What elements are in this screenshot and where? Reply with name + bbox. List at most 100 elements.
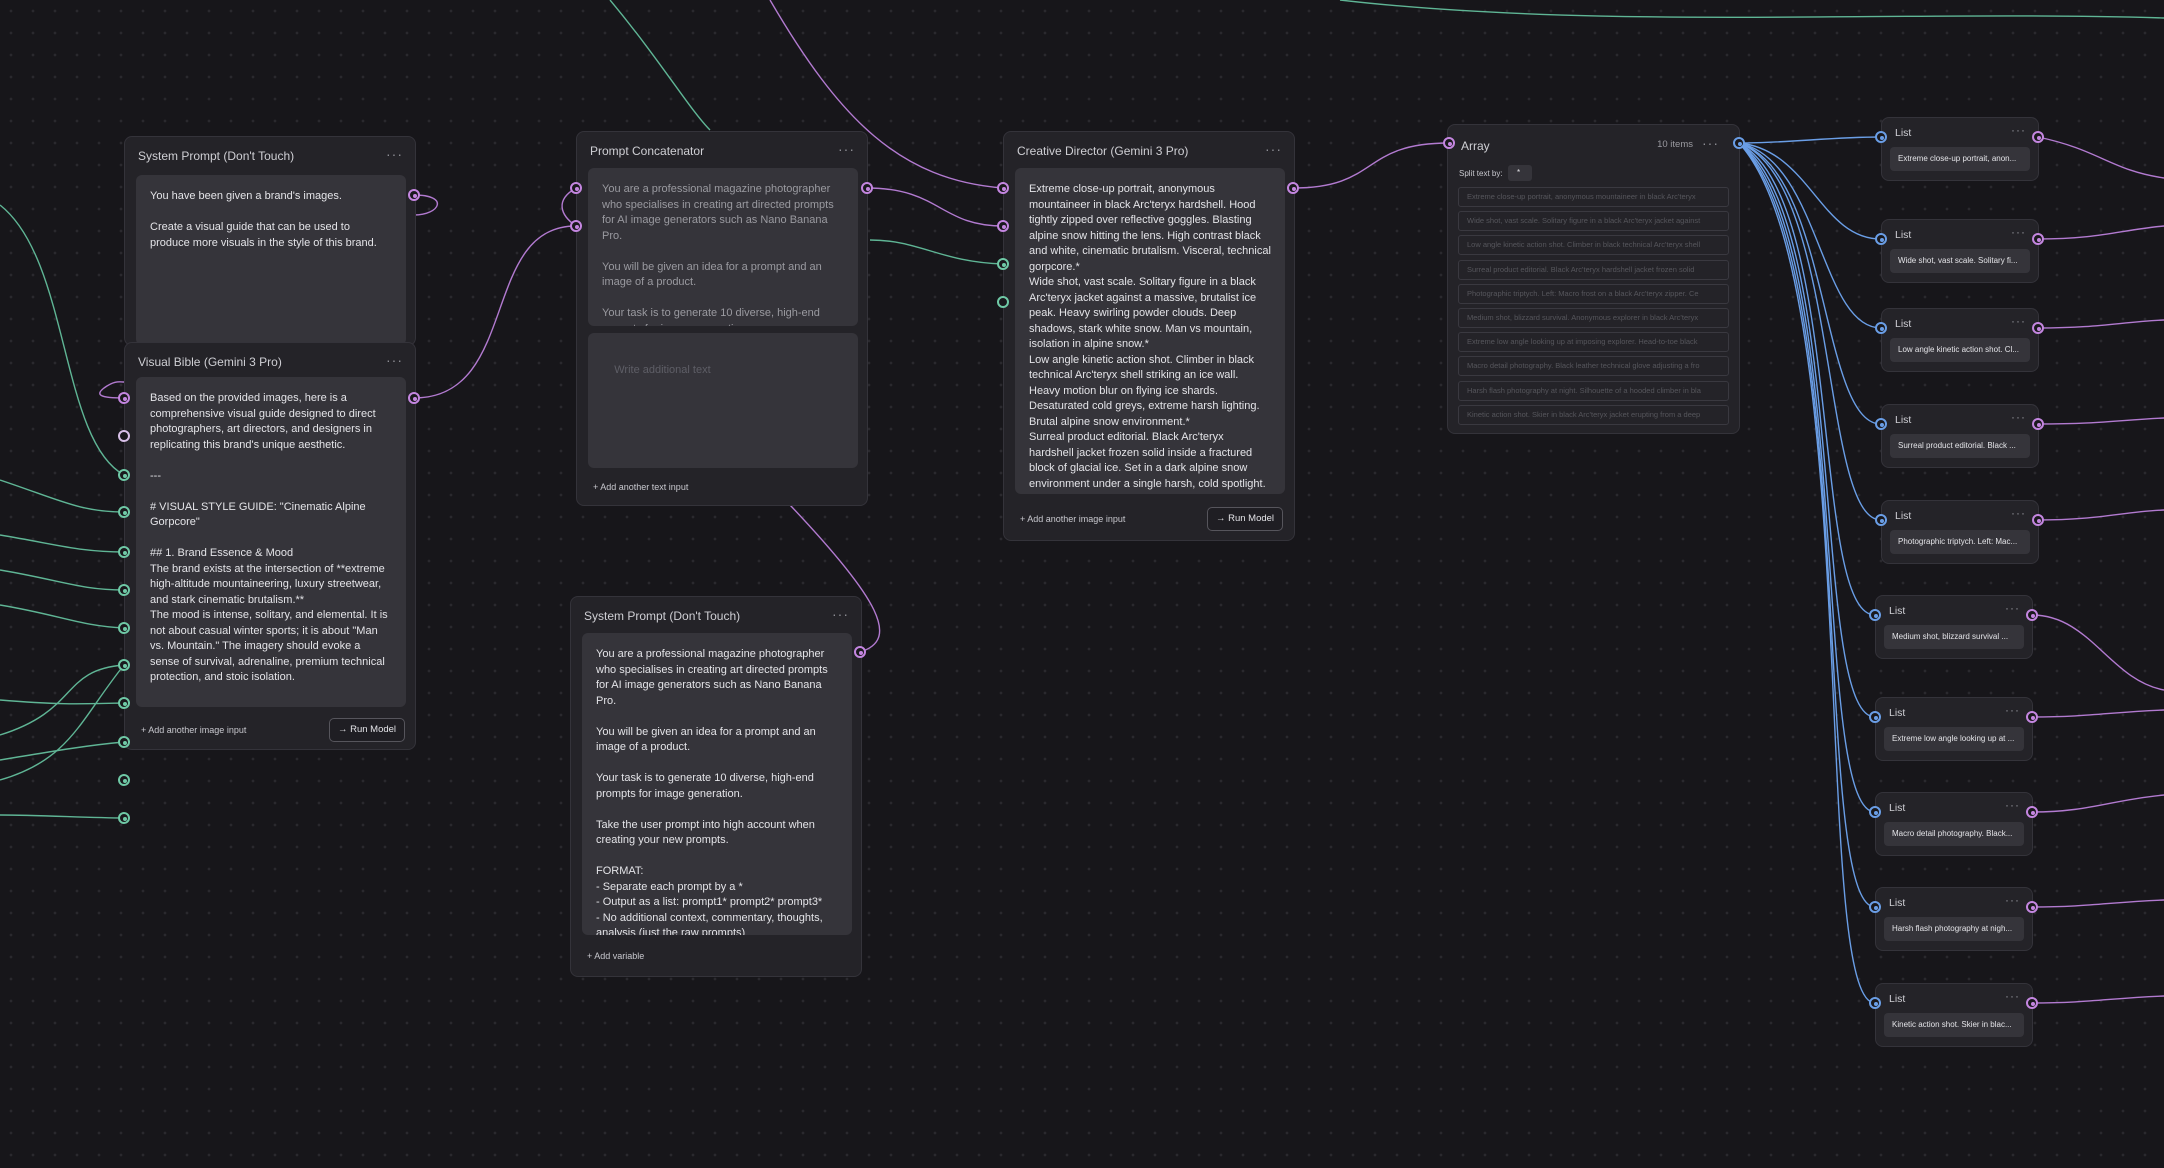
node-header[interactable]: System Prompt (Don't Touch) ··· <box>571 597 861 635</box>
more-options-icon[interactable]: ··· <box>2005 798 2020 812</box>
list-node[interactable]: List ··· Photographic triptych. Left: Mac.… <box>1881 500 2039 564</box>
list-node[interactable]: List ··· Harsh flash photography at nigh..… <box>1875 887 2033 951</box>
model-output-text[interactable]: Based on the provided images, here is a … <box>136 377 406 707</box>
connection-port-icon[interactable] <box>1875 131 1887 143</box>
list-value[interactable]: Surreal product editorial. Black ... <box>1890 434 2030 458</box>
connection-port-icon[interactable] <box>1875 322 1887 334</box>
connection-port-icon[interactable] <box>1733 137 1745 149</box>
visual-bible-node[interactable]: Visual Bible (Gemini 3 Pro) ··· Based on… <box>124 342 416 750</box>
more-options-icon[interactable]: ··· <box>386 146 403 162</box>
model-output-text[interactable]: Extreme close-up portrait, anonymous mou… <box>1015 168 1285 494</box>
connection-port-icon[interactable] <box>997 258 1009 270</box>
more-options-icon[interactable]: ··· <box>832 606 849 622</box>
list-node[interactable]: List ··· Low angle kinetic action shot. Cl… <box>1881 308 2039 372</box>
list-value[interactable]: Photographic triptych. Left: Mac... <box>1890 530 2030 554</box>
connection-port-icon[interactable] <box>2032 514 2044 526</box>
node-header[interactable]: Visual Bible (Gemini 3 Pro) ··· <box>125 343 415 381</box>
connection-port-icon[interactable] <box>997 182 1009 194</box>
connection-port-icon[interactable] <box>2026 997 2038 1009</box>
list-value[interactable]: Extreme close-up portrait, anon... <box>1890 147 2030 171</box>
connection-port-icon[interactable] <box>2032 131 2044 143</box>
list-node[interactable]: List ··· Surreal product editorial. Black … <box>1881 404 2039 468</box>
more-options-icon[interactable]: ··· <box>1265 141 1282 157</box>
connection-port-icon[interactable] <box>1869 609 1881 621</box>
node-header[interactable]: System Prompt (Don't Touch) ··· <box>125 137 415 175</box>
more-options-icon[interactable]: ··· <box>2005 893 2020 907</box>
list-node[interactable]: List ··· Macro detail photography. Black..… <box>1875 792 2033 856</box>
list-node[interactable]: List ··· Medium shot, blizzard survival ..… <box>1875 595 2033 659</box>
connection-port-icon[interactable] <box>1869 901 1881 913</box>
system-prompt-node-2[interactable]: System Prompt (Don't Touch) ··· You are … <box>570 596 862 977</box>
add-image-input-link[interactable]: + Add another image input <box>1020 514 1125 524</box>
more-options-icon[interactable]: ··· <box>2011 225 2026 239</box>
connection-port-icon[interactable] <box>1869 997 1881 1009</box>
list-node[interactable]: List ··· Extreme low angle looking up at .… <box>1875 697 2033 761</box>
connection-port-icon[interactable] <box>1875 418 1887 430</box>
connection-port-icon[interactable] <box>2026 711 2038 723</box>
additional-text-input[interactable]: Write additional text <box>588 333 858 468</box>
list-node[interactable]: List ··· Kinetic action shot. Skier in bla… <box>1875 983 2033 1047</box>
system-prompt-text[interactable]: You are a professional magazine photogra… <box>582 633 852 935</box>
node-header[interactable]: Creative Director (Gemini 3 Pro) ··· <box>1004 132 1294 170</box>
list-value[interactable]: Harsh flash photography at nigh... <box>1884 917 2024 941</box>
connection-port-icon[interactable] <box>1875 514 1887 526</box>
node-header[interactable]: Prompt Concatenator ··· <box>577 132 867 170</box>
connection-port-icon[interactable] <box>2026 901 2038 913</box>
connection-port-icon[interactable] <box>1869 711 1881 723</box>
add-text-input-link[interactable]: + Add another text input <box>593 482 688 492</box>
connection-port-icon[interactable] <box>1287 182 1299 194</box>
split-value-input[interactable]: * <box>1508 165 1532 181</box>
connection-port-icon[interactable] <box>2026 609 2038 621</box>
connection-port-icon[interactable] <box>2026 806 2038 818</box>
system-prompt-text[interactable]: You have been given a brand's images. Cr… <box>136 175 406 345</box>
prompt-concatenator-node[interactable]: Prompt Concatenator ··· You are a profes… <box>576 131 868 506</box>
connection-port-icon[interactable] <box>408 189 420 201</box>
node-header[interactable]: Array 10 items ··· <box>1448 125 1739 163</box>
list-value[interactable]: Macro detail photography. Black... <box>1884 822 2024 846</box>
connection-port-icon[interactable] <box>118 584 130 596</box>
connection-port-icon[interactable] <box>118 812 130 824</box>
connection-port-icon[interactable] <box>118 506 130 518</box>
connection-port-icon[interactable] <box>570 182 582 194</box>
more-options-icon[interactable]: ··· <box>2005 703 2020 717</box>
connection-port-icon[interactable] <box>118 697 130 709</box>
connection-port-icon[interactable] <box>1869 806 1881 818</box>
connection-port-icon[interactable] <box>118 469 130 481</box>
connection-port-icon[interactable] <box>118 622 130 634</box>
run-model-button[interactable]: → Run Model <box>1207 507 1283 531</box>
list-node[interactable]: List ··· Extreme close-up portrait, anon..… <box>1881 117 2039 181</box>
system-prompt-node[interactable]: System Prompt (Don't Touch) ··· You have… <box>124 136 416 346</box>
add-image-input-link[interactable]: + Add another image input <box>141 725 246 735</box>
more-options-icon[interactable]: ··· <box>2005 989 2020 1003</box>
more-options-icon[interactable]: ··· <box>2011 314 2026 328</box>
connection-port-icon[interactable] <box>118 774 130 786</box>
add-variable-link[interactable]: + Add variable <box>587 951 644 961</box>
more-options-icon[interactable]: ··· <box>2011 506 2026 520</box>
connection-port-icon[interactable] <box>2032 418 2044 430</box>
run-model-button[interactable]: → Run Model <box>329 718 405 742</box>
more-options-icon[interactable]: ··· <box>2011 410 2026 424</box>
connection-port-icon[interactable] <box>1443 137 1455 149</box>
list-node[interactable]: List ··· Wide shot, vast scale. Solitary f… <box>1881 219 2039 283</box>
connection-port-icon[interactable] <box>118 430 130 442</box>
more-options-icon[interactable]: ··· <box>1702 135 1719 151</box>
more-options-icon[interactable]: ··· <box>2011 123 2026 137</box>
connection-port-icon[interactable] <box>854 646 866 658</box>
list-value[interactable]: Kinetic action shot. Skier in blac... <box>1884 1013 2024 1037</box>
connection-port-icon[interactable] <box>2032 322 2044 334</box>
list-value[interactable]: Extreme low angle looking up at ... <box>1884 727 2024 751</box>
more-options-icon[interactable]: ··· <box>838 141 855 157</box>
connection-port-icon[interactable] <box>118 546 130 558</box>
list-value[interactable]: Low angle kinetic action shot. Cl... <box>1890 338 2030 362</box>
connection-port-icon[interactable] <box>2032 233 2044 245</box>
connection-port-icon[interactable] <box>570 220 582 232</box>
more-options-icon[interactable]: ··· <box>2005 601 2020 615</box>
connection-port-icon[interactable] <box>118 659 130 671</box>
list-value[interactable]: Medium shot, blizzard survival ... <box>1884 625 2024 649</box>
connection-port-icon[interactable] <box>408 392 420 404</box>
connection-port-icon[interactable] <box>118 736 130 748</box>
concatenated-text[interactable]: You are a professional magazine photogra… <box>588 168 858 326</box>
connection-port-icon[interactable] <box>1875 233 1887 245</box>
connection-port-icon[interactable] <box>861 182 873 194</box>
creative-director-node[interactable]: Creative Director (Gemini 3 Pro) ··· Ext… <box>1003 131 1295 541</box>
